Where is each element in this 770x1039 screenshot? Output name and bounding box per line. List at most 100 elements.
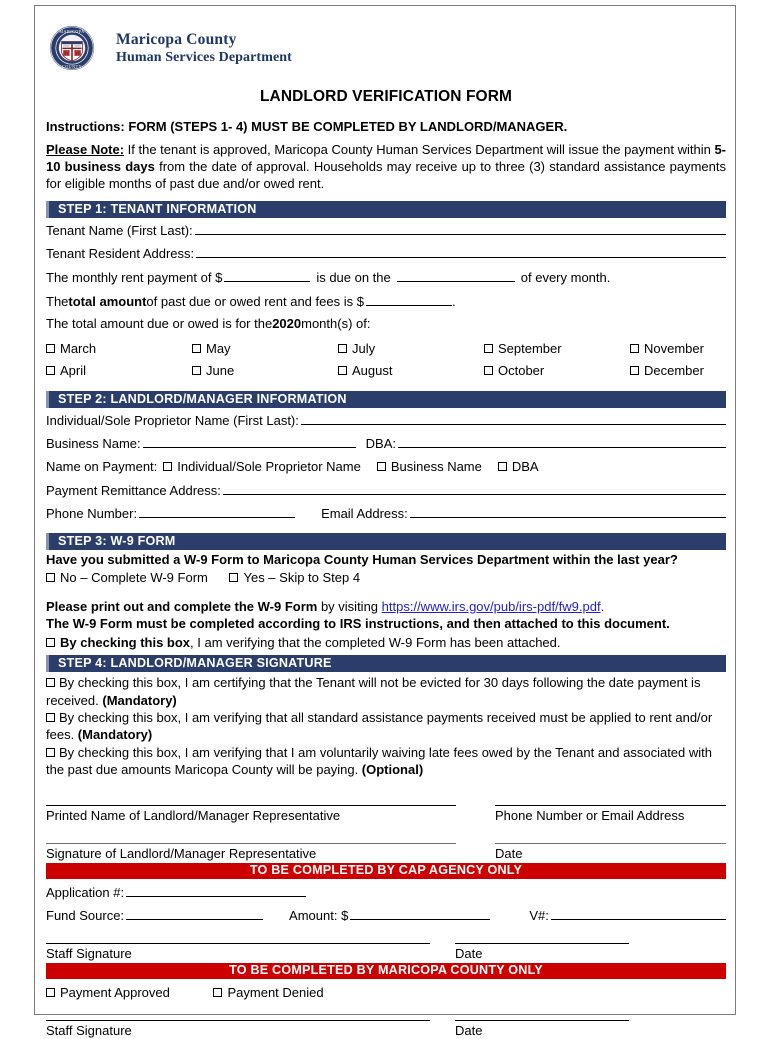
checkbox-icon[interactable]	[46, 343, 55, 353]
monthly-rent-label-b: is due on the	[316, 270, 391, 285]
month-checkbox-september[interactable]: September	[484, 338, 630, 361]
cap-staff-date-label: Date	[455, 945, 483, 961]
name-on-payment-label: Name on Payment:	[46, 458, 158, 474]
checkbox-icon[interactable]	[46, 713, 55, 723]
checkbox-icon[interactable]	[484, 366, 493, 376]
month-label: May	[206, 340, 231, 356]
checkbox-icon[interactable]	[229, 572, 239, 582]
payment-approved-checkbox[interactable]: Payment Approved	[46, 985, 170, 1000]
total-amount-label-a: The	[46, 293, 69, 309]
rent-due-day-input[interactable]	[396, 266, 515, 282]
application-number-input[interactable]	[126, 881, 307, 897]
payee-option-dba[interactable]: DBA	[497, 456, 539, 479]
amount-label: Amount: $	[289, 907, 349, 923]
step1-header: STEP 1: TENANT INFORMATION	[46, 200, 726, 218]
checkbox-icon[interactable]	[376, 461, 386, 471]
monthly-rent-row: The monthly rent payment of $ is due on …	[46, 266, 726, 290]
printed-name-label: Printed Name of Landlord/Manager Represe…	[46, 807, 341, 823]
checkbox-icon[interactable]	[338, 366, 347, 376]
monthly-rent-amount-input[interactable]	[224, 266, 311, 282]
month-checkbox-august[interactable]: August	[338, 360, 484, 383]
signature-label: Signature of Landlord/Manager Representa…	[46, 845, 317, 861]
step2-header: STEP 2: LANDLORD/MANAGER INFORMATION	[46, 390, 726, 408]
month-checkbox-may[interactable]: May	[192, 338, 338, 361]
step4-certify-eviction-row[interactable]: By checking this box, I am certifying th…	[46, 674, 726, 709]
printed-name-label-row: Printed Name of Landlord/Manager Represe…	[46, 806, 726, 824]
month-label: August	[352, 363, 393, 379]
proprietor-name-input[interactable]	[300, 409, 726, 425]
w9-option-no[interactable]: No – Complete W-9 Form	[46, 570, 208, 585]
checkbox-icon[interactable]	[213, 987, 223, 997]
payment-denied-label: Payment Denied	[227, 984, 324, 1000]
svg-text:COUNTY: COUNTY	[62, 64, 82, 69]
total-amount-input[interactable]	[365, 290, 452, 306]
due-months-row: The total amount due or owed is for the …	[46, 313, 726, 336]
remittance-address-input[interactable]	[222, 479, 726, 495]
cap-staff-signature-block: Staff Signature Date	[46, 942, 726, 962]
org-name: Maricopa County	[116, 30, 237, 48]
checkbox-icon[interactable]	[46, 987, 55, 997]
letterhead: MARICOPA COUNTY Maricopa County Human Se…	[46, 6, 726, 77]
checkbox-icon[interactable]	[484, 343, 493, 353]
checkbox-icon[interactable]	[630, 343, 639, 353]
checkbox-icon[interactable]	[497, 461, 507, 471]
payee-option-label: Business Name	[390, 458, 482, 474]
step3-header: STEP 3: W-9 FORM	[46, 532, 726, 550]
month-checkbox-november[interactable]: November	[630, 338, 704, 361]
maricopa-county-seal-icon: MARICOPA COUNTY	[49, 25, 95, 71]
month-checkbox-april[interactable]: April	[46, 360, 192, 383]
vnumber-input[interactable]	[550, 904, 726, 920]
w9-option-yes-label: Yes – Skip to Step 4	[243, 569, 361, 585]
irs-w9-link[interactable]: https://www.irs.gov/pub/irs-pdf/fw9.pdf	[382, 599, 601, 614]
payee-option-business[interactable]: Business Name	[376, 456, 482, 479]
checkbox-icon[interactable]	[163, 461, 173, 471]
amount-input[interactable]	[350, 904, 491, 920]
checkbox-icon[interactable]	[630, 366, 639, 376]
tenant-name-input[interactable]	[194, 219, 726, 235]
fund-source-input[interactable]	[126, 904, 264, 920]
checkbox-icon[interactable]	[192, 343, 201, 353]
w9-attach-bold: By checking this box	[60, 634, 191, 650]
payee-option-proprietor[interactable]: Individual/Sole Proprietor Name	[163, 456, 361, 479]
checkbox-icon[interactable]	[46, 366, 55, 376]
checkbox-icon[interactable]	[46, 572, 55, 582]
dba-input[interactable]	[398, 432, 726, 449]
total-amount-row: The total amount of past due or owed ren…	[46, 290, 726, 314]
cap-staff-label-row: Staff Signature Date	[46, 944, 726, 962]
svg-text:MARICOPA: MARICOPA	[59, 29, 84, 34]
month-row-2: April June August October December	[46, 360, 726, 383]
step4-apply-payments-row[interactable]: By checking this box, I am verifying tha…	[46, 709, 726, 744]
step4-header: STEP 4: LANDLORD/MANAGER SIGNATURE	[46, 655, 726, 673]
tenant-name-label: Tenant Name (First Last):	[46, 222, 193, 238]
month-checkbox-june[interactable]: June	[192, 360, 338, 383]
email-address-input[interactable]	[409, 502, 726, 519]
payment-approved-label: Payment Approved	[60, 984, 170, 1000]
payment-denied-checkbox[interactable]: Payment Denied	[213, 984, 324, 1000]
business-name-input[interactable]	[142, 432, 356, 449]
county-staff-label-row: Staff Signature Date	[46, 1021, 726, 1039]
month-label: June	[206, 363, 235, 379]
tenant-address-label: Tenant Resident Address:	[46, 246, 195, 262]
month-checkbox-march[interactable]: March	[46, 338, 192, 361]
monthly-rent-label-a: The monthly rent payment of $	[46, 270, 223, 285]
tenant-name-row: Tenant Name (First Last):	[46, 219, 726, 243]
month-checkbox-october[interactable]: October	[484, 360, 630, 383]
w9-attached-checkbox-row[interactable]: By checking this box, I am verifying tha…	[46, 634, 726, 653]
landlord-signature-block: Printed Name of Landlord/Manager Represe…	[46, 804, 726, 862]
month-label: March	[60, 340, 97, 356]
tenant-address-input[interactable]	[196, 242, 726, 259]
application-number-label: Application #:	[46, 884, 125, 900]
checkbox-icon[interactable]	[46, 678, 55, 688]
remittance-address-label: Payment Remittance Address:	[46, 482, 221, 498]
step4-waive-late-fees-row[interactable]: By checking this box, I am verifying tha…	[46, 744, 726, 779]
checkbox-icon[interactable]	[46, 637, 55, 647]
month-checkbox-july[interactable]: July	[338, 338, 484, 361]
checkbox-icon[interactable]	[192, 366, 201, 376]
phone-number-input[interactable]	[139, 502, 296, 519]
step4-item-tag: (Mandatory)	[102, 692, 177, 708]
checkbox-icon[interactable]	[46, 747, 55, 757]
month-checkbox-december[interactable]: December	[630, 360, 704, 383]
tenant-address-row: Tenant Resident Address:	[46, 242, 726, 266]
checkbox-icon[interactable]	[338, 343, 347, 353]
w9-option-yes[interactable]: Yes – Skip to Step 4	[229, 570, 360, 585]
